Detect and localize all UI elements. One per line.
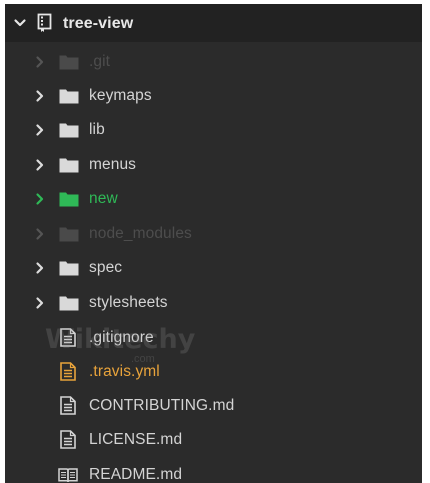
item-label: .gitignore bbox=[89, 329, 154, 346]
folder-item-keymaps[interactable]: keymaps bbox=[5, 81, 422, 111]
file-text-icon bbox=[60, 396, 76, 415]
folder-icon bbox=[59, 122, 79, 138]
item-label: spec bbox=[89, 259, 123, 276]
item-label: .travis.yml bbox=[89, 363, 160, 380]
item-label: keymaps bbox=[89, 87, 152, 104]
item-label: new bbox=[89, 190, 118, 207]
tree-view-panel: tree-view .git keymaps lib menus new node_mod… bbox=[5, 4, 422, 483]
folder-icon bbox=[59, 295, 79, 311]
root-label: tree-view bbox=[63, 15, 134, 32]
item-label: LICENSE.md bbox=[89, 431, 183, 448]
folder-icon bbox=[59, 157, 79, 173]
item-label: menus bbox=[89, 156, 137, 173]
item-label: stylesheets bbox=[89, 294, 168, 311]
folder-item-dot-git[interactable]: .git bbox=[5, 47, 422, 77]
folder-item-menus[interactable]: menus bbox=[5, 150, 422, 180]
chevron-right-icon[interactable] bbox=[33, 158, 47, 172]
folder-item-spec[interactable]: spec bbox=[5, 253, 422, 283]
folder-item-stylesheets[interactable]: stylesheets bbox=[5, 288, 422, 318]
chevron-right-icon[interactable] bbox=[33, 227, 47, 241]
file-text-icon bbox=[60, 430, 76, 449]
chevron-down-icon[interactable] bbox=[13, 16, 27, 30]
chevron-right-icon[interactable] bbox=[33, 261, 47, 275]
file-text-icon bbox=[60, 328, 76, 347]
file-item-readme-md[interactable]: README.md bbox=[5, 460, 422, 483]
file-item-license-md[interactable]: LICENSE.md bbox=[5, 425, 422, 455]
folder-item-new[interactable]: new bbox=[5, 184, 422, 214]
folder-item-lib[interactable]: lib bbox=[5, 115, 422, 145]
chevron-right-icon[interactable] bbox=[33, 192, 47, 206]
folder-icon bbox=[59, 260, 79, 276]
item-label: CONTRIBUTING.md bbox=[89, 397, 235, 414]
chevron-right-icon[interactable] bbox=[33, 296, 47, 310]
folder-icon bbox=[59, 88, 79, 104]
item-label: README.md bbox=[89, 466, 183, 483]
folder-icon bbox=[59, 54, 79, 70]
file-item-contributing-md[interactable]: CONTRIBUTING.md bbox=[5, 391, 422, 421]
chevron-right-icon[interactable] bbox=[33, 89, 47, 103]
file-item-dot-travis-yml[interactable]: .travis.yml bbox=[5, 357, 422, 387]
file-item-dot-gitignore[interactable]: .gitignore bbox=[5, 323, 422, 353]
folder-icon bbox=[59, 191, 79, 207]
chevron-right-icon[interactable] bbox=[33, 55, 47, 69]
item-label: .git bbox=[89, 53, 111, 70]
tree-view-root[interactable]: tree-view bbox=[5, 4, 422, 42]
item-label: node_modules bbox=[89, 225, 192, 242]
repo-icon bbox=[37, 13, 53, 33]
folder-item-node-modules[interactable]: node_modules bbox=[5, 219, 422, 249]
folder-icon bbox=[59, 226, 79, 242]
chevron-right-icon[interactable] bbox=[33, 123, 47, 137]
file-text-icon bbox=[60, 362, 76, 381]
item-label: lib bbox=[89, 121, 105, 138]
book-icon bbox=[58, 467, 78, 483]
